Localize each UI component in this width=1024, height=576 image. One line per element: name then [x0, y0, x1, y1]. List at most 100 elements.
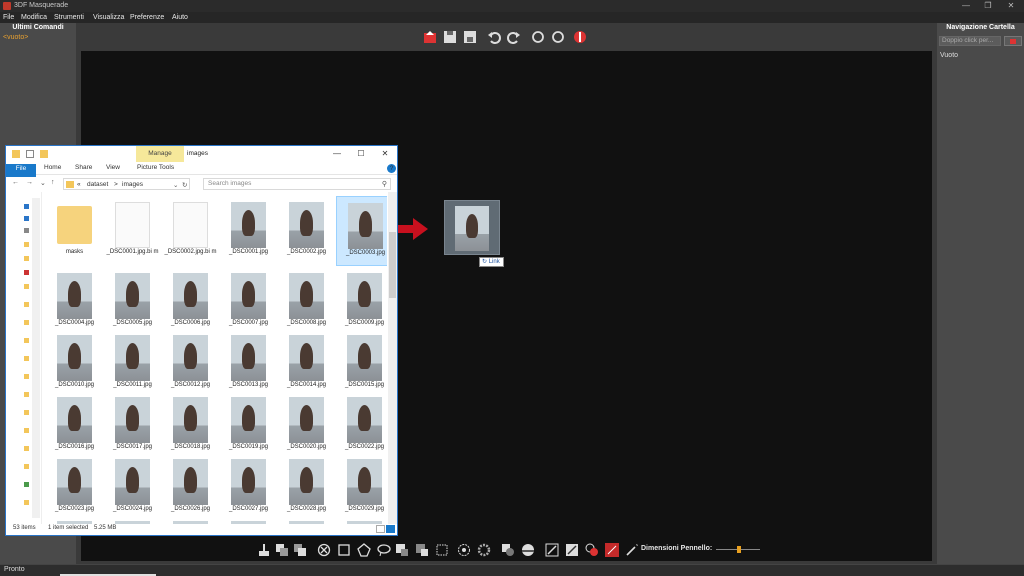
file-tile[interactable]: _DSC0019.jpg [220, 391, 277, 461]
file-tile[interactable]: _DSC0029.jpg [336, 453, 387, 523]
ribbon-tab-home[interactable]: Home [44, 164, 61, 171]
file-tile[interactable]: _DSC0026.jpg [162, 453, 219, 523]
settings-icon[interactable] [477, 543, 491, 557]
quick-access-folder-icon[interactable] [12, 150, 20, 158]
file-tile[interactable]: _DSC0006.jpg [162, 267, 219, 337]
file-tile[interactable]: _DSC0001.jpg.bi m [104, 196, 161, 266]
refresh-icon[interactable]: ↻ [182, 181, 187, 189]
wand-icon[interactable] [625, 543, 639, 557]
undo-icon[interactable] [487, 30, 501, 44]
explorer-search-input[interactable]: Search images ⚲ [203, 178, 391, 190]
file-tile[interactable]: _DSC0012.jpg [162, 329, 219, 399]
breadcrumb-dataset[interactable]: dataset [87, 181, 108, 188]
scrollbar-thumb[interactable] [389, 232, 396, 298]
minimize-button[interactable]: — [958, 0, 974, 12]
recent-locations-icon[interactable]: ⌄ [40, 179, 46, 187]
address-dropdown-icon[interactable]: ⌄ [173, 181, 178, 189]
save-as-icon[interactable] [463, 30, 477, 44]
file-tile[interactable]: _DSC0027.jpg [220, 453, 277, 523]
explorer-maximize-button[interactable]: ☐ [354, 148, 368, 160]
grow-icon[interactable] [395, 543, 409, 557]
invert-icon[interactable] [501, 543, 515, 557]
file-tile[interactable]: _DSC0008.jpg [278, 267, 335, 337]
file-tile[interactable]: _DSC0014.jpg [278, 329, 335, 399]
sphere-icon[interactable] [521, 543, 535, 557]
quick-access-properties-icon[interactable] [26, 150, 34, 158]
file-tile[interactable]: _DSC0022.jpg [336, 391, 387, 461]
file-tile[interactable] [162, 515, 219, 524]
file-tile[interactable]: _DSC0023.jpg [46, 453, 103, 523]
edit-icon[interactable] [565, 543, 579, 557]
file-tile[interactable]: _DSC0024.jpg [104, 453, 161, 523]
address-bar[interactable]: « dataset > images ⌄ ↻ [63, 178, 190, 190]
file-tile[interactable]: _DSC0010.jpg [46, 329, 103, 399]
subtract-mask-icon[interactable] [293, 543, 307, 557]
file-tile[interactable] [104, 515, 161, 524]
lasso-icon[interactable] [377, 543, 391, 557]
add-mask-icon[interactable] [275, 543, 289, 557]
clear-icon[interactable] [317, 543, 331, 557]
menu-preferenze[interactable]: Preferenze [130, 12, 164, 23]
color-pick-icon[interactable] [585, 543, 599, 557]
ribbon-tab-picture-tools[interactable]: Picture Tools [137, 164, 174, 171]
file-tile[interactable] [220, 515, 277, 524]
file-tile[interactable]: masks [46, 196, 103, 266]
ribbon-tab-share[interactable]: Share [75, 164, 92, 171]
breadcrumb-images[interactable]: images [122, 181, 143, 188]
file-tile[interactable]: _DSC0009.jpg [336, 267, 387, 337]
file-tile[interactable]: _DSC0013.jpg [220, 329, 277, 399]
manage-tab[interactable]: Manage [136, 146, 184, 162]
folder-browse-button[interactable] [1004, 36, 1022, 46]
ribbon-tab-view[interactable]: View [106, 164, 120, 171]
file-tile[interactable]: _DSC0005.jpg [104, 267, 161, 337]
red-mode-icon[interactable] [605, 543, 619, 557]
details-view-icon[interactable] [376, 525, 385, 533]
line-icon[interactable] [545, 543, 559, 557]
file-tile[interactable]: _DSC0016.jpg [46, 391, 103, 461]
file-tile[interactable]: _DSC0004.jpg [46, 267, 103, 337]
menu-aiuto[interactable]: Aiuto [172, 12, 188, 23]
save-icon[interactable] [443, 30, 457, 44]
mask-toggle-icon[interactable] [573, 30, 587, 44]
file-tile[interactable]: _DSC0011.jpg [104, 329, 161, 399]
menu-strumenti[interactable]: Strumenti [54, 12, 84, 23]
explorer-minimize-button[interactable]: — [330, 148, 344, 160]
help-icon[interactable]: ? [387, 164, 396, 173]
file-tile[interactable]: _DSC0017.jpg [104, 391, 161, 461]
menu-visualizza[interactable]: Visualizza [93, 12, 124, 23]
rectangle-icon[interactable] [337, 543, 351, 557]
file-tile[interactable]: _DSC0001.jpg [220, 196, 277, 266]
menu-file[interactable]: File [3, 12, 14, 23]
open-icon[interactable] [423, 30, 437, 44]
folder-path-input[interactable]: Doppio click per... [939, 36, 1001, 46]
smart-select-icon[interactable] [457, 543, 471, 557]
file-grid-scrollbar[interactable] [388, 192, 397, 524]
rotate-right-icon[interactable] [551, 30, 565, 44]
file-tile[interactable]: _DSC0015.jpg [336, 329, 387, 399]
maximize-button[interactable]: ❐ [980, 0, 996, 12]
close-button[interactable]: ✕ [1003, 0, 1019, 12]
feather-icon[interactable] [435, 543, 449, 557]
menu-modifica[interactable]: Modifica [21, 12, 47, 23]
file-tile[interactable]: _DSC0003.jpg [336, 196, 387, 266]
up-icon[interactable]: ↑ [51, 179, 55, 186]
file-tile[interactable] [336, 515, 387, 524]
file-tile[interactable] [278, 515, 335, 524]
large-icons-view-icon[interactable] [386, 525, 395, 533]
brush-size-slider-thumb[interactable] [737, 546, 741, 553]
forward-icon[interactable]: → [26, 179, 33, 186]
rotate-left-icon[interactable] [531, 30, 545, 44]
quick-access-newfolder-icon[interactable] [40, 150, 48, 158]
file-tile[interactable] [46, 515, 103, 524]
back-icon[interactable]: ← [12, 179, 19, 186]
file-tile[interactable]: _DSC0020.jpg [278, 391, 335, 461]
shrink-icon[interactable] [415, 543, 429, 557]
file-tile[interactable]: _DSC0028.jpg [278, 453, 335, 523]
explorer-close-button[interactable]: ✕ [378, 148, 392, 160]
brush-icon[interactable] [257, 543, 271, 557]
file-tile[interactable]: _DSC0007.jpg [220, 267, 277, 337]
redo-icon[interactable] [507, 30, 521, 44]
polygon-icon[interactable] [357, 543, 371, 557]
file-tile[interactable]: _DSC0018.jpg [162, 391, 219, 461]
nav-pane-scrollbar[interactable] [32, 198, 40, 518]
